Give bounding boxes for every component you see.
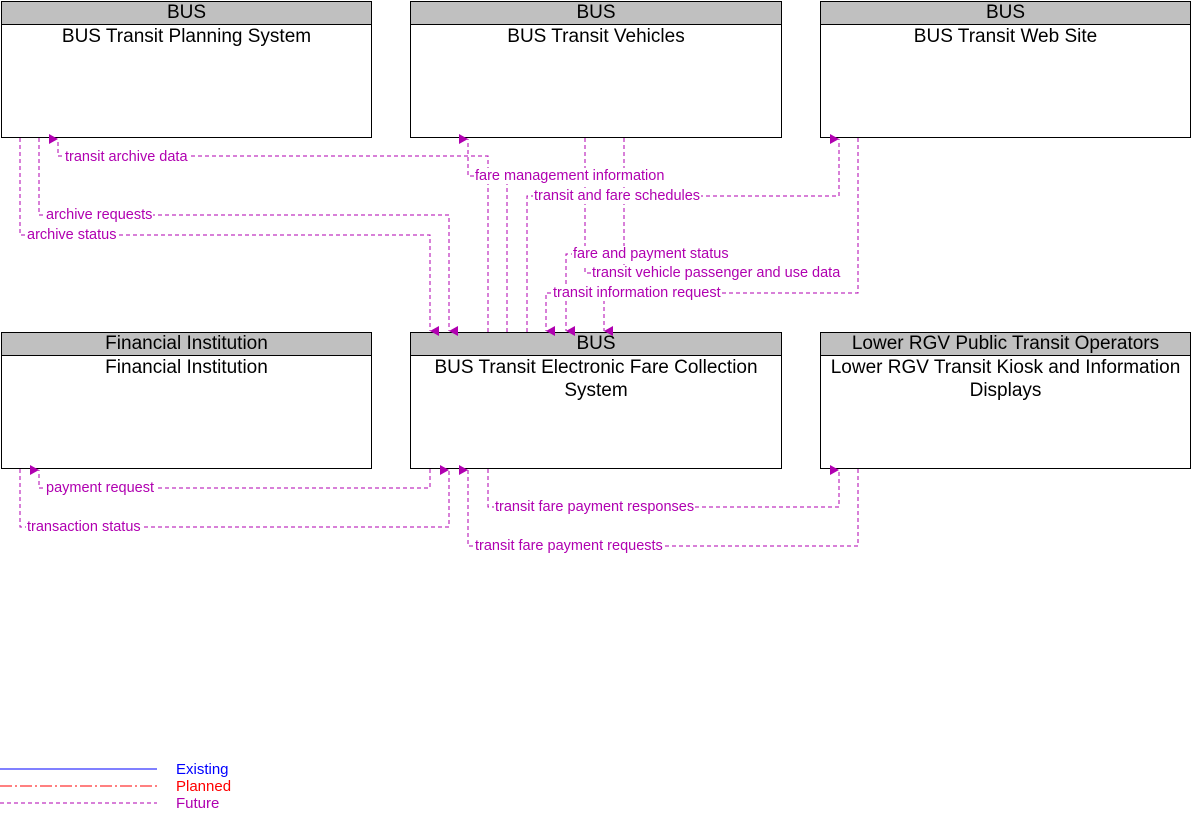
flow-label-payment-request: payment request: [45, 480, 156, 496]
legend-existing: Existing: [176, 761, 229, 778]
flow-label-transit-vehicle-passenger-data: transit vehicle passenger and use data: [591, 265, 842, 281]
flow-lines: [0, 134, 859, 804]
flow-line-fare-and-payment-status: [565, 138, 586, 336]
flow-label-transit-and-fare-schedules: transit and fare schedules: [533, 188, 702, 204]
flow-line-transit-information-request: [545, 138, 859, 336]
flow-label-transit-fare-payment-requests: transit fare payment requests: [474, 538, 664, 554]
flow-label-transit-information-request: transit information request: [552, 285, 722, 301]
flow-label-transit-fare-payment-responses: transit fare payment responses: [494, 499, 696, 515]
legend-planned: Planned: [176, 778, 232, 795]
flow-label-archive-requests: archive requests: [45, 207, 154, 223]
flow-label-fare-management-information: fare management information: [474, 168, 666, 184]
flow-label-archive-status: archive status: [26, 227, 118, 243]
flow-label-transaction-status: transaction status: [26, 519, 142, 535]
flow-label-transit-archive-data: transit archive data: [64, 149, 189, 165]
flow-label-fare-and-payment-status: fare and payment status: [572, 246, 730, 262]
legend-future: Future: [176, 795, 220, 812]
